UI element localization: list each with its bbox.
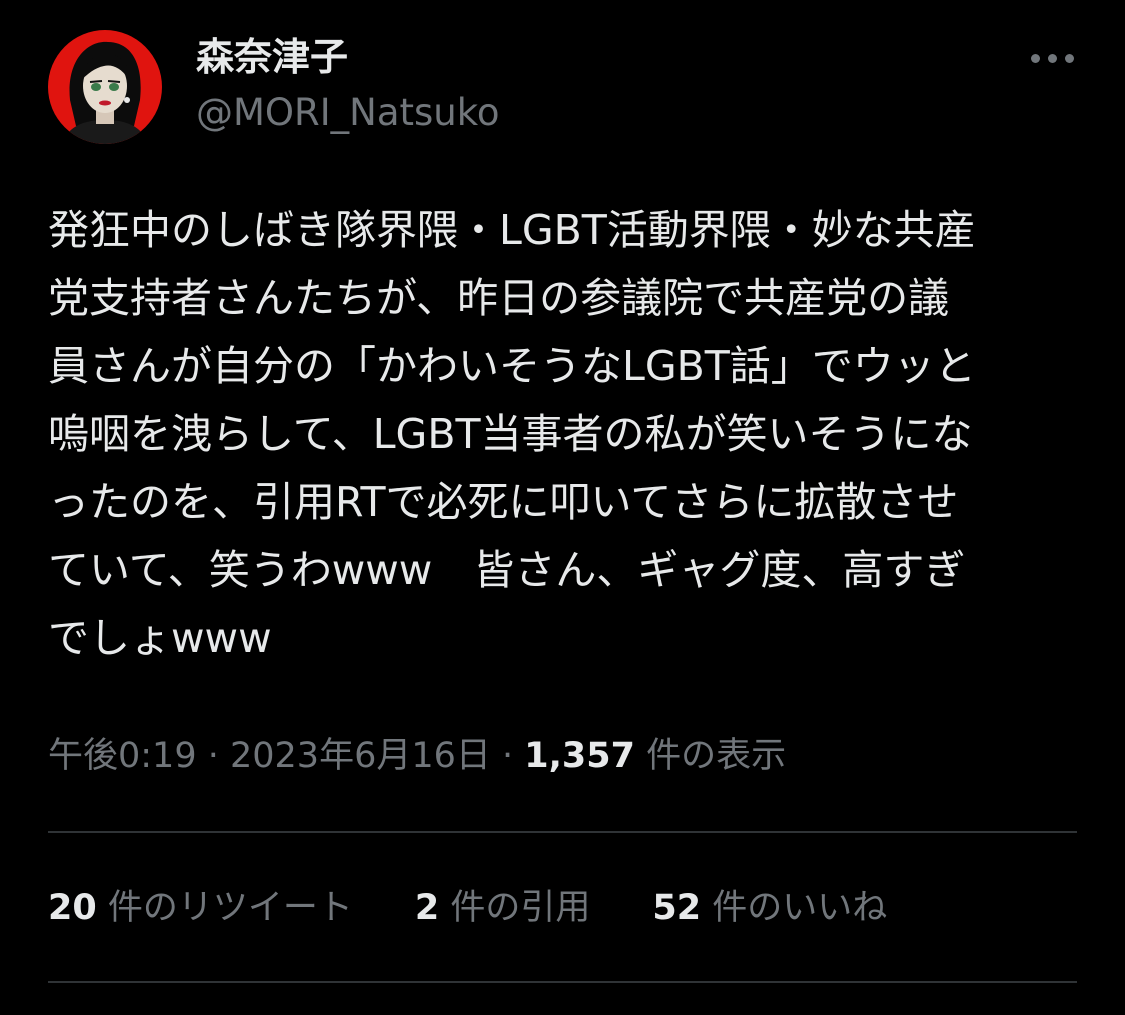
more-horizontal-icon-dot — [1047, 53, 1057, 63]
tweet-text-line: でしょwww — [48, 614, 272, 662]
retweets-count: 20 — [48, 888, 97, 928]
tweet-text-line: 嗚咽を洩らして、LGBT当事者の私が笑いそうにな — [48, 410, 973, 458]
meta-separator: · — [196, 736, 230, 776]
tweet-time[interactable]: 午後0:19 — [48, 736, 197, 776]
tweet-meta: 午後0:19 · 2023年6月16日 · 1,357 件の表示 — [48, 730, 786, 782]
tweet-detail: 森奈津子 @MORI_Natsuko 発狂中のしばき隊界隈・LGBT活動界隈・妙… — [0, 0, 1125, 1015]
tweet-date[interactable]: 2023年6月16日 — [230, 736, 491, 776]
avatar[interactable] — [48, 30, 162, 144]
views-count[interactable]: 1,357 — [524, 736, 635, 776]
divider — [48, 981, 1077, 983]
author-handle[interactable]: @MORI_Natsuko — [196, 90, 500, 136]
meta-separator: · — [490, 736, 525, 776]
views-label[interactable]: 件の表示 — [635, 736, 786, 776]
quotes-label: 件の引用 — [439, 888, 591, 928]
likes-stat[interactable]: 52 件のいいね — [652, 882, 887, 934]
tweet-text: 発狂中のしばき隊界隈・LGBT活動界隈・妙な共産 党支持者さんたちが、昨日の参議… — [48, 196, 1078, 672]
quotes-count: 2 — [414, 888, 440, 928]
retweets-label: 件のリツイート — [96, 888, 353, 928]
likes-label: 件のいいね — [701, 888, 888, 928]
retweets-stat[interactable]: 20 件のリツイート — [48, 882, 353, 934]
more-horizontal-icon — [1030, 53, 1040, 63]
avatar-image — [48, 30, 162, 144]
divider — [48, 831, 1077, 833]
tweet-text-line: ていて、笑うわwww 皆さん、ギャグ度、高すぎ — [48, 546, 966, 594]
tweet-stats: 20 件のリツイート 2 件の引用 52 件のいいね — [48, 882, 887, 934]
quotes-stat[interactable]: 2 件の引用 — [415, 882, 591, 934]
tweet-text-line: 員さんが自分の「かわいそうなLGBT話」でウッと — [48, 342, 976, 390]
likes-count: 52 — [652, 888, 702, 928]
tweet-text-line: 党支持者さんたちが、昨日の参議院で共産党の議 — [48, 274, 950, 322]
tweet-text-line: ったのを、引用RTで必死に叩いてさらに拡散させ — [48, 478, 959, 526]
tweet-text-line: 発狂中のしばき隊界隈・LGBT活動界隈・妙な共産 — [48, 206, 976, 254]
more-horizontal-icon-dot — [1064, 53, 1074, 63]
author-display-name[interactable]: 森奈津子 — [196, 34, 348, 80]
more-options-button[interactable] — [1024, 40, 1080, 76]
